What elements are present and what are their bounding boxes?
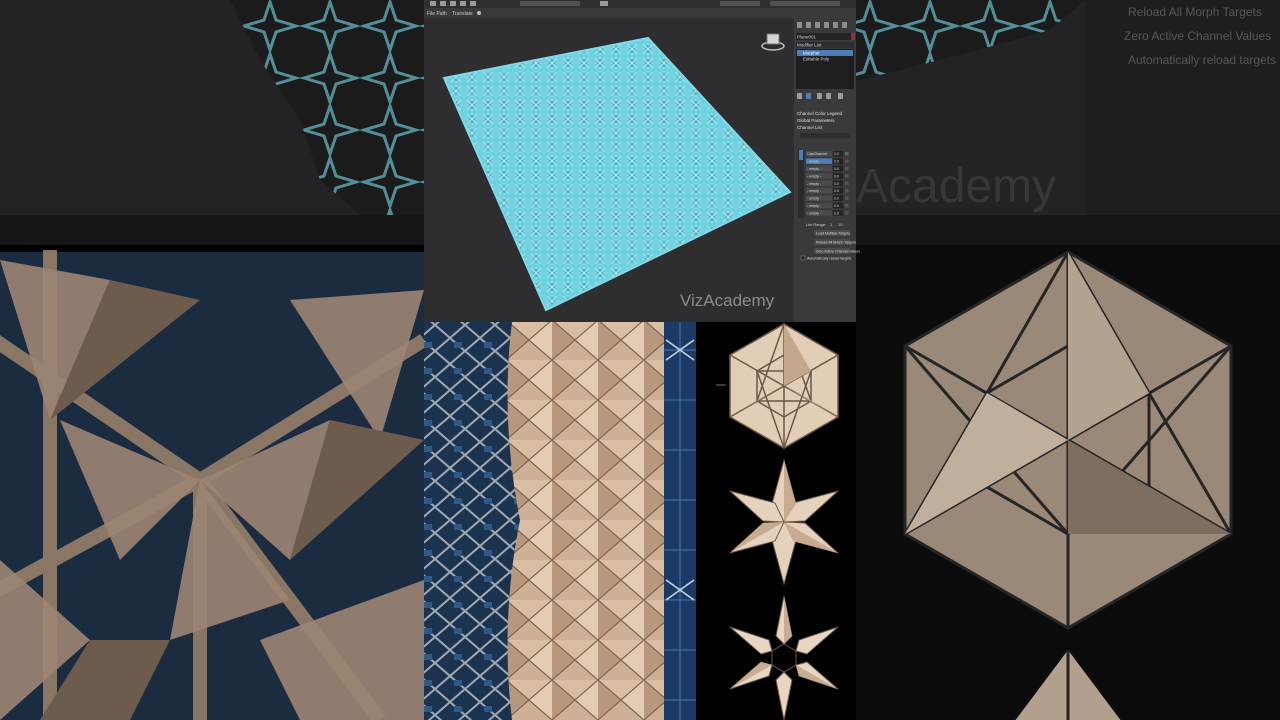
svg-text:Zero Active Channel Values: Zero Active Channel Values bbox=[816, 250, 860, 254]
svg-text:Automatically reload targets: Automatically reload targets bbox=[1128, 53, 1276, 67]
object-color-swatch[interactable] bbox=[851, 33, 855, 40]
toolbar-icon[interactable] bbox=[460, 1, 466, 6]
channel-name: - empty - bbox=[807, 197, 822, 201]
channel-value: 0.0 bbox=[834, 189, 839, 193]
svg-text:Morpher: Morpher bbox=[803, 51, 820, 56]
channel-scroll-thumb[interactable] bbox=[799, 150, 803, 160]
channel-value: 0.0 bbox=[834, 211, 839, 215]
svg-text:Reload All Morph Targets: Reload All Morph Targets bbox=[1128, 5, 1262, 19]
channel-name: - empty - bbox=[807, 182, 822, 186]
background-medallion-right bbox=[856, 245, 1280, 720]
channel-name: - empty - bbox=[807, 167, 822, 171]
svg-text:Plane001: Plane001 bbox=[797, 35, 817, 40]
svg-text:Reload All Morph Targets: Reload All Morph Targets bbox=[816, 241, 856, 245]
background-facade-left bbox=[0, 250, 428, 720]
medallion-sequence bbox=[696, 321, 856, 720]
toolbar-icon[interactable] bbox=[440, 1, 446, 6]
toolbar-dropdown[interactable] bbox=[520, 1, 580, 6]
channel-status-indicator bbox=[845, 196, 849, 200]
facade-photo bbox=[424, 322, 696, 720]
channel-name: - empty - bbox=[807, 189, 822, 193]
main-toolbar: File Path Translate bbox=[424, 0, 856, 18]
toolbar-icon[interactable] bbox=[450, 1, 456, 6]
channel-status-indicator bbox=[845, 211, 849, 215]
channel-name: CapChannel bbox=[807, 152, 827, 156]
configure-sets-icon[interactable] bbox=[838, 93, 843, 99]
toolbar-field[interactable] bbox=[770, 1, 840, 6]
channel-value: 0.0 bbox=[834, 204, 839, 208]
panel-tab-motion-icon[interactable] bbox=[824, 22, 829, 28]
command-panel: Plane001 Modifier List Morpher Editable … bbox=[794, 18, 860, 322]
channel-value: 0.0 bbox=[834, 160, 839, 164]
channel-value: 0.0 bbox=[834, 174, 839, 178]
channel-value: 0.0 bbox=[834, 152, 839, 156]
auto-reload-label: Automatically reload targets bbox=[807, 257, 852, 261]
channel-list: CapChannel 0.0 - empty - 0.0 - empty - 0.0 - e… bbox=[806, 151, 849, 216]
show-end-result-icon[interactable] bbox=[806, 93, 811, 99]
list-range-label: List Range: bbox=[806, 222, 826, 227]
svg-text:Load Multiple Targets: Load Multiple Targets bbox=[816, 232, 850, 236]
make-unique-icon[interactable] bbox=[817, 93, 822, 99]
channel-status-indicator bbox=[845, 174, 849, 178]
list-range-to[interactable]: 10 bbox=[838, 222, 843, 227]
panel-tab-hierarchy-icon[interactable] bbox=[815, 22, 820, 28]
toolbar-icon[interactable] bbox=[600, 1, 608, 6]
channel-value: 0.0 bbox=[834, 182, 839, 186]
panel-tab-utilities-icon[interactable] bbox=[842, 22, 847, 28]
background-panel-text: Reload All Morph Targets Zero Active Cha… bbox=[1124, 5, 1276, 67]
composite-screenshot: File Path Translate VizAcademy Plane001 … bbox=[0, 0, 1280, 720]
channel-value: 0.0 bbox=[834, 167, 839, 171]
channel-status-indicator bbox=[845, 159, 849, 163]
channel-status-indicator bbox=[845, 166, 849, 171]
viewport-watermark: VizAcademy bbox=[680, 291, 775, 310]
channel-status-indicator bbox=[845, 181, 849, 186]
channel-name: - empty - bbox=[807, 211, 822, 215]
background-watermark: Academy bbox=[856, 160, 1056, 213]
rollout-global-parameters[interactable]: Global Parameters bbox=[797, 118, 835, 123]
svg-text:Modifier List: Modifier List bbox=[797, 43, 822, 48]
toolbar-field[interactable] bbox=[720, 1, 760, 6]
toolbar-translate[interactable]: Translate bbox=[452, 11, 473, 17]
rollout-channel-color-legend[interactable]: Channel Color Legend bbox=[797, 111, 843, 116]
channel-name: - empty - bbox=[807, 204, 822, 208]
channel-name: - empty - bbox=[807, 174, 822, 178]
pin-stack-icon[interactable] bbox=[797, 93, 802, 99]
toolbar-eye-icon[interactable] bbox=[477, 11, 481, 15]
panel-tab-create-icon[interactable] bbox=[797, 22, 802, 28]
rollout-channel-list[interactable]: Channel List bbox=[797, 125, 823, 130]
svg-text:Zero Active Channel Values: Zero Active Channel Values bbox=[1124, 29, 1271, 43]
channel-name: - empty - bbox=[807, 160, 822, 164]
auto-reload-checkbox[interactable] bbox=[800, 255, 806, 261]
panel-tab-modify-icon[interactable] bbox=[806, 22, 811, 28]
perspective-viewport[interactable]: VizAcademy bbox=[424, 18, 794, 322]
toolbar-icon[interactable] bbox=[470, 1, 476, 6]
channel-status-indicator bbox=[845, 203, 849, 208]
panel-tab-display-icon[interactable] bbox=[833, 22, 838, 28]
channel-value: 0.0 bbox=[834, 197, 839, 201]
max-window: File Path Translate VizAcademy Plane001 … bbox=[424, 0, 860, 322]
channel-search-field[interactable] bbox=[800, 133, 850, 138]
toolbar-file-path[interactable]: File Path bbox=[427, 11, 447, 17]
toolbar-icon[interactable] bbox=[430, 1, 436, 6]
channel-status-indicator bbox=[845, 152, 849, 156]
remove-modifier-icon[interactable] bbox=[826, 93, 831, 99]
stack-item-editable-poly[interactable]: Editable Poly bbox=[803, 57, 830, 62]
channel-status-indicator bbox=[845, 189, 849, 193]
channel-list-scrollbar[interactable] bbox=[798, 150, 804, 218]
